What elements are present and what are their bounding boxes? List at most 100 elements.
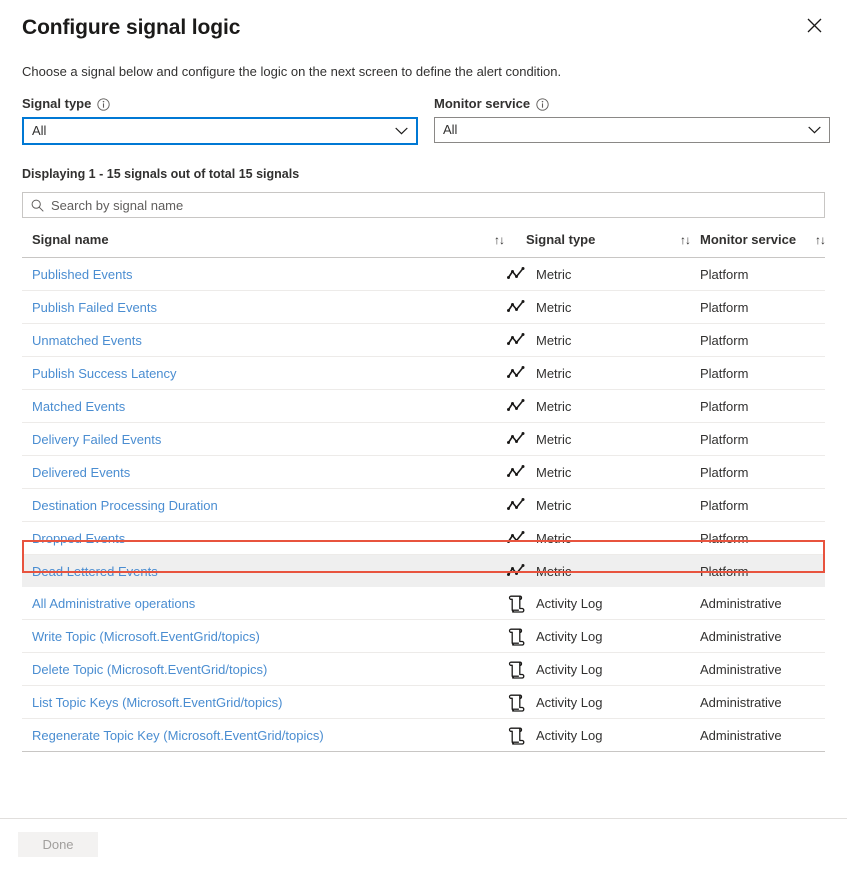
cell-signal-name: Write Topic (Microsoft.EventGrid/topics) <box>22 620 504 653</box>
cell-signal-name: Dropped Events <box>22 522 504 555</box>
signal-type-text: Activity Log <box>536 662 602 677</box>
chevron-down-icon <box>808 126 821 134</box>
filters-row: Signal type All Monitor service <box>0 96 847 145</box>
signal-name-link[interactable]: Destination Processing Duration <box>22 498 218 513</box>
cell-signal-type: Metric <box>504 390 690 423</box>
signal-name-link[interactable]: Publish Success Latency <box>22 366 177 381</box>
signal-name-link[interactable]: Unmatched Events <box>22 333 142 348</box>
cell-signal-name: Publish Failed Events <box>22 291 504 324</box>
table-row[interactable]: Regenerate Topic Key (Microsoft.EventGri… <box>22 719 825 752</box>
signal-name-link[interactable]: Delivery Failed Events <box>22 432 161 447</box>
column-label-signal-type: Signal type <box>504 232 595 247</box>
signal-name-link[interactable]: Regenerate Topic Key (Microsoft.EventGri… <box>22 728 324 743</box>
search-container <box>22 192 825 218</box>
table-header-row: Signal name ↑↓ Signal type ↑↓ Monitor se… <box>22 218 825 258</box>
cell-monitor-service: Administrative <box>690 686 825 719</box>
signal-name-link[interactable]: Dead Lettered Events <box>22 564 158 579</box>
monitor-service-text: Administrative <box>690 596 782 611</box>
cell-monitor-service: Platform <box>690 423 825 456</box>
signal-name-link[interactable]: Dropped Events <box>22 531 125 546</box>
cell-signal-type: Metric <box>504 258 690 291</box>
sort-icon-monitor-service[interactable]: ↑↓ <box>815 234 825 246</box>
column-header-signal-type[interactable]: Signal type ↑↓ <box>504 218 690 258</box>
cell-monitor-service: Platform <box>690 555 825 588</box>
cell-signal-type: Activity Log <box>504 587 690 620</box>
table-row[interactable]: Unmatched Events MetricPlatform <box>22 324 825 357</box>
panel-description: Choose a signal below and configure the … <box>0 63 847 80</box>
signal-name-link[interactable]: Published Events <box>22 267 132 282</box>
cell-monitor-service: Platform <box>690 489 825 522</box>
monitor-service-text: Platform <box>690 432 748 447</box>
signal-type-text: Metric <box>536 366 571 381</box>
cell-signal-type: Activity Log <box>504 686 690 719</box>
cell-signal-name: Regenerate Topic Key (Microsoft.EventGri… <box>22 719 504 752</box>
chevron-down-icon <box>395 127 408 135</box>
info-icon[interactable] <box>97 98 110 111</box>
table-row[interactable]: All Administrative operations Activity Lo… <box>22 587 825 620</box>
activity-log-scroll-icon <box>507 627 525 645</box>
table-row[interactable]: Dropped Events Metric Platform <box>22 522 825 555</box>
table-row[interactable]: Publish Success Latency Metric Platform <box>22 357 825 390</box>
cell-signal-name: Dead Lettered Events <box>22 555 504 588</box>
cell-signal-name: Destination Processing Duration <box>22 489 504 522</box>
signal-name-link[interactable]: Matched Events <box>22 399 125 414</box>
search-input[interactable] <box>51 193 816 217</box>
column-label-signal-name: Signal name <box>22 232 109 247</box>
signal-name-link[interactable]: Publish Failed Events <box>22 300 157 315</box>
metric-line-chart-icon <box>507 364 525 382</box>
metric-line-chart-icon <box>507 397 525 415</box>
cell-signal-name: Delete Topic (Microsoft.EventGrid/topics… <box>22 653 504 686</box>
monitor-service-text: Platform <box>690 333 748 348</box>
signal-type-text: Metric <box>536 432 571 447</box>
signal-type-text: Activity Log <box>536 596 602 611</box>
monitor-service-text: Platform <box>690 465 748 480</box>
column-header-signal-name[interactable]: Signal name ↑↓ <box>22 218 504 258</box>
table-row[interactable]: Delivery Failed Events Metric Platform <box>22 423 825 456</box>
monitor-service-text: Platform <box>690 399 748 414</box>
monitor-service-select[interactable]: All <box>434 117 830 143</box>
cell-signal-name: Delivery Failed Events <box>22 423 504 456</box>
signal-name-link[interactable]: Delete Topic (Microsoft.EventGrid/topics… <box>22 662 267 677</box>
table-row[interactable]: List Topic Keys (Microsoft.EventGrid/top… <box>22 686 825 719</box>
signal-type-text: Activity Log <box>536 728 602 743</box>
signal-type-text: Metric <box>536 531 571 546</box>
cell-signal-type: Metric <box>504 291 690 324</box>
cell-signal-name: Delivered Events <box>22 456 504 489</box>
monitor-service-text: Platform <box>690 366 748 381</box>
signal-name-link[interactable]: Delivered Events <box>22 465 130 480</box>
page-title: Configure signal logic <box>22 14 825 42</box>
table-body: Published EventsMetricPlatformPublish Fa… <box>22 258 825 752</box>
close-button[interactable] <box>799 10 829 40</box>
monitor-service-label-row: Monitor service <box>434 96 830 112</box>
done-button[interactable]: Done <box>18 832 98 857</box>
metric-line-chart-icon <box>507 331 525 349</box>
table-row[interactable]: Matched Events MetricPlatform <box>22 390 825 423</box>
cell-signal-type: Metric <box>504 324 690 357</box>
cell-monitor-service: Platform <box>690 522 825 555</box>
cell-signal-name: Publish Success Latency <box>22 357 504 390</box>
monitor-service-label: Monitor service <box>434 96 530 112</box>
column-header-monitor-service[interactable]: Monitor service ↑↓ <box>690 218 825 258</box>
metric-line-chart-icon <box>507 529 525 547</box>
signal-name-link[interactable]: List Topic Keys (Microsoft.EventGrid/top… <box>22 695 282 710</box>
cell-monitor-service: Administrative <box>690 620 825 653</box>
cell-signal-type: Metric <box>504 555 690 588</box>
cell-monitor-service: Platform <box>690 291 825 324</box>
table-row[interactable]: Published EventsMetricPlatform <box>22 258 825 291</box>
table-row[interactable]: Publish Failed Events MetricPlatform <box>22 291 825 324</box>
sort-icon-signal-type[interactable]: ↑↓ <box>680 234 690 246</box>
table-row[interactable]: Delete Topic (Microsoft.EventGrid/topics… <box>22 653 825 686</box>
signal-name-link[interactable]: Write Topic (Microsoft.EventGrid/topics) <box>22 629 260 644</box>
table-row[interactable]: Dead Lettered Events MetricPlatform <box>22 555 825 588</box>
info-icon[interactable] <box>536 98 549 111</box>
table-row[interactable]: Write Topic (Microsoft.EventGrid/topics)… <box>22 620 825 653</box>
panel-header: Configure signal logic <box>0 0 847 42</box>
column-label-monitor-service: Monitor service <box>690 232 796 247</box>
table-row[interactable]: Destination Processing DurationMetricPla… <box>22 489 825 522</box>
search-box[interactable] <box>22 192 825 218</box>
signal-name-link[interactable]: All Administrative operations <box>22 596 195 611</box>
sort-icon-signal-name[interactable]: ↑↓ <box>494 234 504 246</box>
signal-type-select[interactable]: All <box>22 117 418 145</box>
metric-line-chart-icon <box>507 298 525 316</box>
table-row[interactable]: Delivered EventsMetricPlatform <box>22 456 825 489</box>
